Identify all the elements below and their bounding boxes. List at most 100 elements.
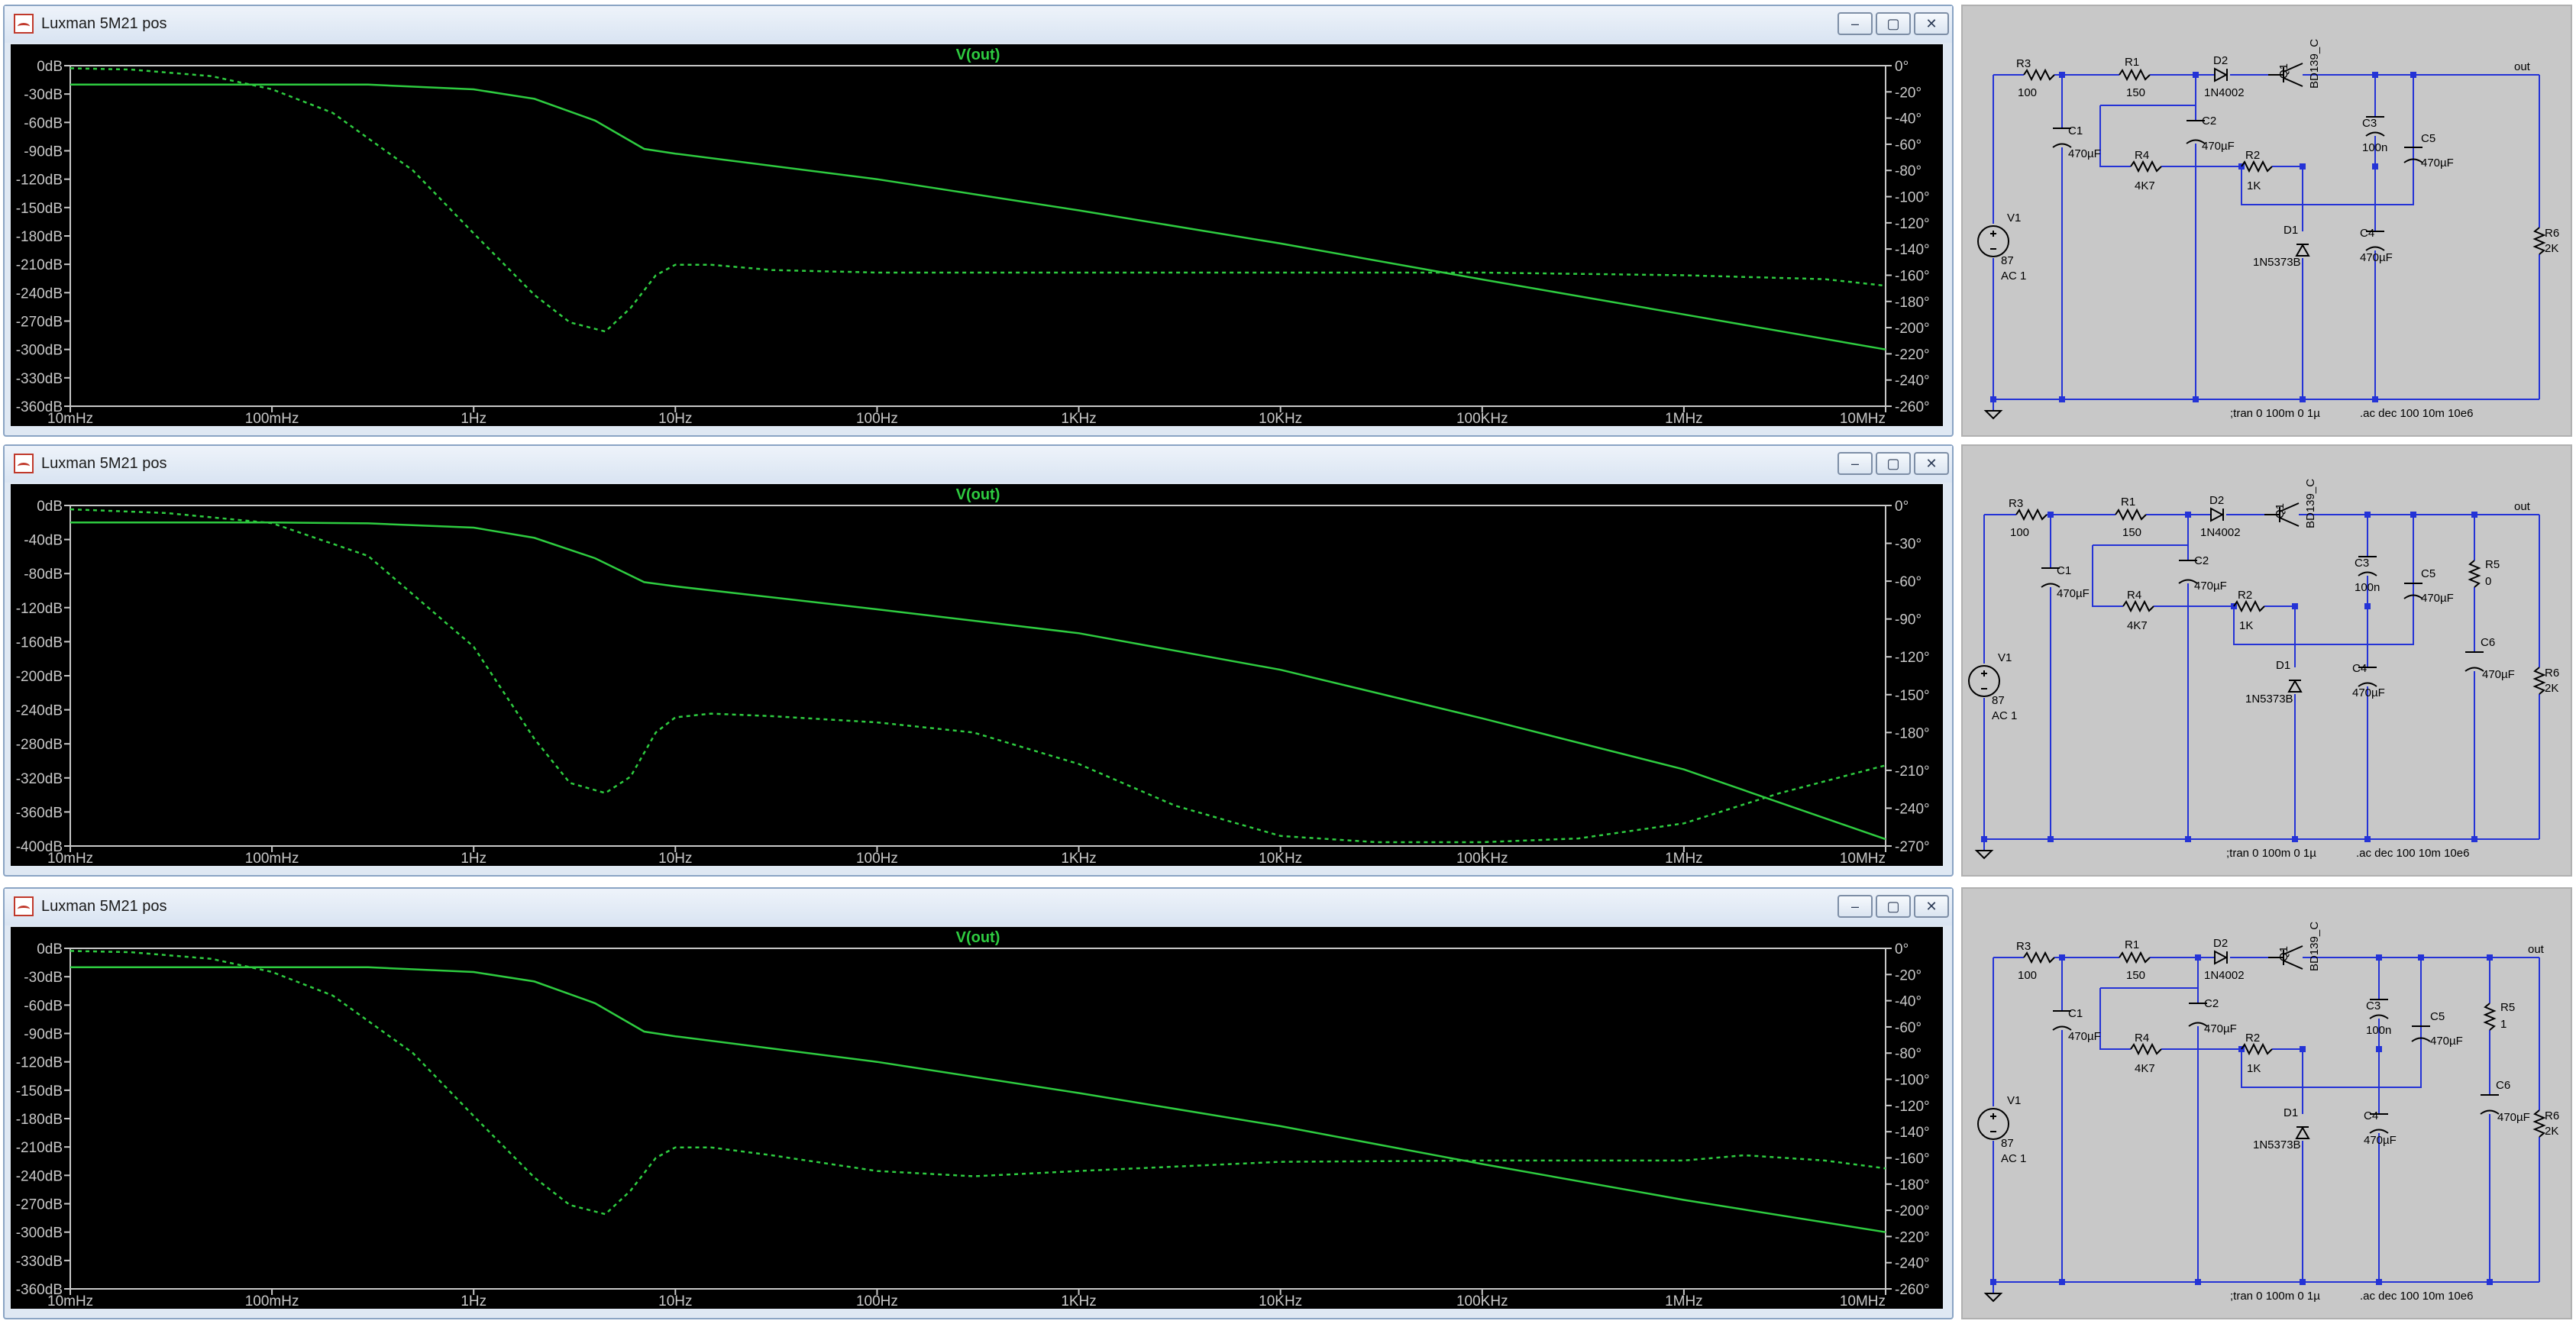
schematic-panel-1[interactable]: R3 100 R1 150 D2 1N4002 Q1 BD139_C out C… (1961, 5, 2572, 437)
y-left-tick-label: -120dB (16, 601, 63, 617)
directive-ac: .ac dec 100 10m 10e6 (2360, 1290, 2473, 1303)
label-r1: R1 (2125, 938, 2139, 951)
label-r6-value: 2K (2545, 242, 2558, 255)
label-c4: C4 (2364, 1109, 2378, 1122)
label-r5-value: 1 (2500, 1018, 2507, 1031)
label-d2: D2 (2213, 54, 2228, 67)
label-v1-ac: AC 1 (2001, 270, 2026, 283)
label-d1-value: 1N5373B (2253, 256, 2301, 269)
x-tick-label: 10KHz (1259, 851, 1302, 866)
x-tick-label: 100Hz (856, 1293, 898, 1309)
label-c5: C5 (2421, 132, 2435, 145)
label-q1: Q1 (2277, 63, 2290, 79)
y-right-tick-label: -150° (1895, 688, 1930, 704)
x-tick-label: 10KHz (1259, 411, 1302, 426)
x-tick-label: 10Hz (658, 411, 692, 426)
close-button[interactable]: ✕ (1914, 452, 1949, 475)
y-left-tick-label: -160dB (16, 635, 63, 651)
schematic-panel-2[interactable]: R3 100 R1 150 D2 1N4002 Q1 BD139_C out C… (1961, 444, 2572, 877)
y-left-tick-label: -90dB (24, 144, 63, 160)
y-right-tick-label: -160° (1895, 1151, 1930, 1167)
label-r2: R2 (2238, 589, 2252, 602)
x-tick-label: 1MHz (1665, 411, 1703, 426)
title-bar[interactable]: Luxman 5M21 pos – ▢ ✕ (5, 889, 1952, 925)
minimize-button[interactable]: – (1837, 12, 1873, 35)
y-right-tick-label: 0° (1895, 941, 1909, 957)
minimize-button[interactable]: – (1837, 452, 1873, 475)
x-tick-label: 10KHz (1259, 1293, 1302, 1309)
maximize-button[interactable]: ▢ (1876, 452, 1911, 475)
title-bar[interactable]: Luxman 5M21 pos – ▢ ✕ (5, 446, 1952, 483)
label-r3: R3 (2016, 940, 2031, 953)
minimize-button[interactable]: – (1837, 895, 1873, 918)
label-r2-value: 1K (2247, 1062, 2261, 1075)
label-c3-value: 100n (2355, 581, 2380, 594)
y-left-tick-label: -240dB (16, 1168, 63, 1184)
label-d2-value: 1N4002 (2204, 86, 2245, 99)
y-right-tick-label: -200° (1895, 321, 1930, 337)
y-left-tick-label: -60dB (24, 115, 63, 131)
y-left-tick-label: -360dB (16, 805, 63, 821)
y-left-tick-label: -320dB (16, 771, 63, 787)
y-left-tick-label: -400dB (16, 839, 63, 855)
maximize-button[interactable]: ▢ (1876, 12, 1911, 35)
label-r3-value: 100 (2018, 969, 2037, 982)
x-tick-label: 100Hz (856, 411, 898, 426)
x-tick-label: 100mHz (245, 1293, 299, 1309)
label-r3-value: 100 (2018, 86, 2037, 99)
label-q1: Q1 (2277, 946, 2290, 961)
label-c5-value: 470µF (2430, 1035, 2463, 1048)
x-tick-label: 10Hz (658, 1293, 692, 1309)
label-q1-value: BD139_C (2304, 479, 2317, 528)
trace-title: V(out) (956, 486, 1000, 503)
label-c6-value: 470µF (2497, 1111, 2530, 1124)
y-right-tick-label: -180° (1895, 1177, 1930, 1193)
y-left-tick-label: -40dB (24, 533, 63, 549)
label-c6: C6 (2496, 1079, 2510, 1092)
y-left-tick-label: -300dB (16, 1226, 63, 1242)
schematic-panel-3[interactable]: R3 100 R1 150 D2 1N4002 Q1 BD139_C out C… (1961, 887, 2572, 1319)
y-left-tick-label: -300dB (16, 343, 63, 359)
label-c2: C2 (2204, 997, 2219, 1010)
close-button[interactable]: ✕ (1914, 895, 1949, 918)
bode-plot-pane[interactable]: V(out) 10mHz 100mHz 1Hz 10Hz 100Hz 1KHz 10KHz 10… (11, 927, 1943, 1309)
label-r4-value: 4K7 (2135, 1062, 2155, 1075)
component-labels: R3 100 R1 150 D2 1N4002 Q1 BD139_C out C… (2001, 922, 2559, 1303)
directive-tran: ;tran 0 100m 0 1µ (2226, 847, 2316, 860)
label-r1: R1 (2125, 56, 2139, 69)
component-labels: R3 100 R1 150 D2 1N4002 Q1 BD139_C out C… (2001, 39, 2559, 420)
bode-plot-pane[interactable]: V(out) 10mHz 100mHz 1Hz 10Hz 100Hz 1KHz 10KHz 10… (11, 484, 1943, 866)
window-title: Luxman 5M21 pos (41, 455, 167, 472)
label-c2: C2 (2202, 115, 2216, 128)
y-right-tick-label: -240° (1895, 1256, 1930, 1272)
plot-window-3[interactable]: Luxman 5M21 pos – ▢ ✕ V(out) 10mHz 100mHz 1… (3, 887, 1954, 1319)
label-v1-ac: AC 1 (1992, 709, 2017, 722)
label-v1-value: 87 (2001, 1137, 2014, 1150)
label-out: out (2514, 500, 2531, 513)
y-right-tick-label: -40° (1895, 994, 1921, 1010)
label-d1: D1 (2283, 224, 2298, 237)
plot-window-1[interactable]: Luxman 5M21 pos – ▢ ✕ V(out) 10mHz 100mHz 1… (3, 5, 1954, 437)
junction-dots (1981, 512, 2477, 842)
x-tick-label: 1KHz (1061, 851, 1096, 866)
ltspice-app-icon (14, 454, 34, 473)
y-right-tick-label: -80° (1895, 163, 1921, 179)
label-r4: R4 (2135, 149, 2149, 162)
label-c2: C2 (2194, 554, 2209, 567)
y-right-tick-label: -260° (1895, 399, 1930, 415)
y-right-tick-label: -120° (1895, 1099, 1930, 1115)
label-c1-value: 470µF (2068, 147, 2101, 160)
close-button[interactable]: ✕ (1914, 12, 1949, 35)
bode-plot-pane[interactable]: V(out) 10mHz 100mHz 1Hz 10Hz 100Hz 1KHz 10KHz 10… (11, 44, 1943, 426)
label-c5: C5 (2430, 1010, 2445, 1023)
label-r4-value: 4K7 (2135, 179, 2155, 192)
title-bar[interactable]: Luxman 5M21 pos – ▢ ✕ (5, 6, 1952, 43)
plot-window-2[interactable]: Luxman 5M21 pos – ▢ ✕ V(out) 10mHz 100mHz 1… (3, 444, 1954, 877)
label-c6: C6 (2481, 636, 2495, 649)
label-c3: C3 (2362, 117, 2377, 130)
y-left-tick-label: -360dB (16, 1282, 63, 1298)
label-r5-value: 0 (2485, 575, 2491, 588)
maximize-button[interactable]: ▢ (1876, 895, 1911, 918)
magnitude-trace (70, 83, 1886, 350)
label-c3: C3 (2366, 999, 2380, 1012)
